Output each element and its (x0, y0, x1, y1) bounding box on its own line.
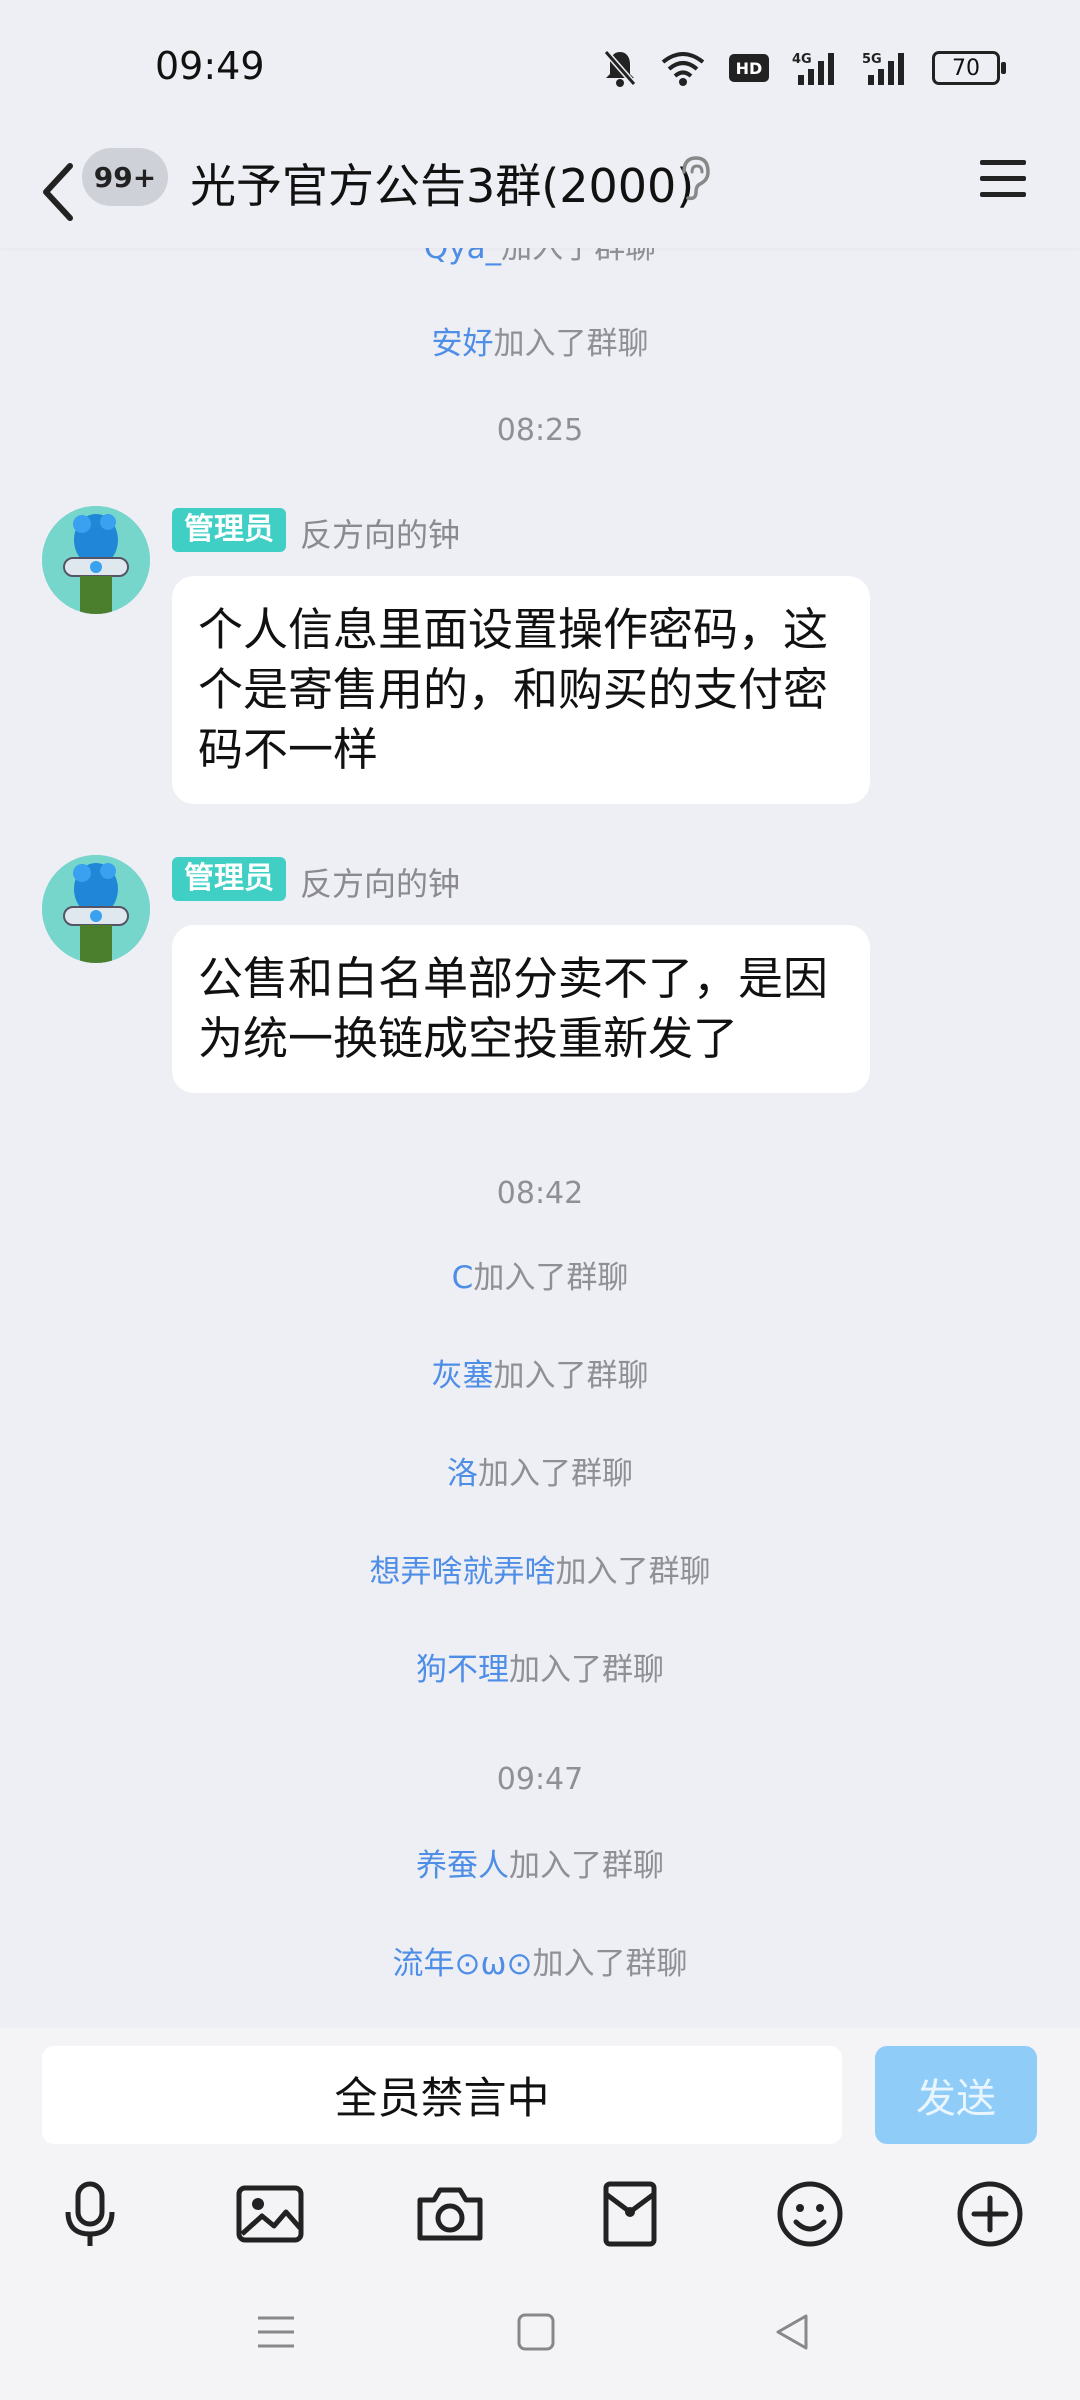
join-text: 加入了群聊 (532, 1946, 688, 1982)
admin-role-badge: 管理员 (172, 857, 286, 901)
join-nickname[interactable]: 安好 (432, 326, 494, 362)
svg-text:5G: 5G (862, 52, 882, 67)
microphone-icon[interactable] (54, 2178, 126, 2250)
sender-name[interactable]: 反方向的钟 (300, 859, 460, 905)
system-nav-bar (0, 2270, 1080, 2400)
join-text: 加入了群聊 (509, 1848, 664, 1884)
system-join-notice: 流年⊙ω⊙加入了群聊 (0, 1938, 1080, 1983)
join-nickname[interactable]: 狗不理 (416, 1652, 509, 1688)
join-text: 加入了群聊 (555, 1554, 711, 1590)
join-text: 加入了群聊 (473, 1260, 629, 1296)
svg-text:4G: 4G (792, 52, 812, 67)
plus-icon[interactable] (954, 2178, 1026, 2250)
status-icons: HD 4G 5G 70 (602, 46, 1006, 90)
system-join-notice: Qya_加入了群聊 (0, 248, 1080, 267)
avatar[interactable] (42, 855, 150, 963)
status-bar: 09:49 HD 4G 5G 70 (0, 0, 1080, 140)
join-nickname[interactable]: 想弄啥就弄啥 (370, 1554, 556, 1590)
timestamp: 08:42 (496, 1176, 584, 1211)
join-nickname[interactable]: 流年⊙ω⊙ (393, 1946, 533, 1982)
send-button[interactable]: 发送 (875, 2046, 1037, 2144)
join-nickname[interactable]: 灰塞 (432, 1358, 494, 1394)
group-title[interactable]: 光予官方公告3群(2000) (190, 150, 694, 216)
emoji-icon[interactable] (774, 2178, 846, 2250)
timestamp: 09:47 (496, 1762, 584, 1797)
recent-apps-icon[interactable] (256, 2312, 296, 2352)
battery-icon: 70 (932, 51, 1006, 85)
system-join-notice: 安好加入了群聊 (0, 318, 1080, 363)
hd-icon: HD (729, 54, 769, 82)
join-text: 加入了群聊 (493, 326, 649, 362)
battery-level: 70 (952, 55, 980, 81)
join-text: 加入了群聊 (501, 248, 657, 266)
timestamp: 08:25 (496, 413, 584, 448)
back-nav-icon[interactable] (772, 2312, 812, 2352)
home-icon[interactable] (516, 2312, 556, 2352)
mute-bell-icon (603, 50, 637, 87)
join-text: 加入了群聊 (493, 1358, 649, 1394)
system-join-notice: 狗不理加入了群聊 (0, 1644, 1080, 1689)
red-packet-icon[interactable] (594, 2178, 666, 2250)
svg-text:HD: HD (736, 59, 763, 78)
join-text: 加入了群聊 (478, 1456, 633, 1492)
menu-icon[interactable] (978, 154, 1028, 204)
unread-count-badge[interactable]: 99+ (82, 148, 168, 206)
join-nickname[interactable]: C (452, 1260, 474, 1296)
input-bar: 全员禁言中 发送 (0, 2028, 1080, 2160)
sender-name[interactable]: 反方向的钟 (300, 510, 460, 556)
system-join-notice: 想弄啥就弄啥加入了群聊 (0, 1546, 1080, 1591)
system-join-notice: 洛加入了群聊 (0, 1448, 1080, 1493)
back-arrow-icon[interactable] (36, 152, 86, 232)
system-join-notice: C加入了群聊 (0, 1252, 1080, 1297)
join-nickname[interactable]: 养蚕人 (416, 1848, 509, 1884)
admin-role-badge: 管理员 (172, 508, 286, 552)
camera-icon[interactable] (414, 2178, 486, 2250)
message-bubble[interactable]: 个人信息里面设置操作密码，这个是寄售用的，和购买的支付密码不一样 (172, 576, 870, 804)
system-join-notice: 灰塞加入了群聊 (0, 1350, 1080, 1395)
system-join-notice: 养蚕人加入了群聊 (0, 1840, 1080, 1885)
status-time: 09:49 (155, 44, 265, 88)
message-bubble[interactable]: 公售和白名单部分卖不了，是因为统一换链成空投重新发了 (172, 925, 870, 1093)
avatar-image (42, 506, 150, 614)
signal-5g-icon: 5G (862, 52, 904, 85)
avatar[interactable] (42, 506, 150, 614)
join-text: 加入了群聊 (509, 1652, 664, 1688)
ear-icon[interactable] (672, 154, 716, 204)
signal-4g-icon: 4G (792, 52, 834, 85)
input-toolbar (0, 2160, 1080, 2270)
image-icon[interactable] (234, 2178, 306, 2250)
wifi-icon (661, 52, 705, 86)
muted-input-field: 全员禁言中 (42, 2046, 842, 2144)
join-nickname[interactable]: Qya_ (424, 248, 501, 266)
avatar-image (42, 855, 150, 963)
chat-header: 99+ 光予官方公告3群(2000) (0, 140, 1080, 248)
chat-area[interactable]: Qya_加入了群聊 安好加入了群聊 08:25 管理员 反方向的钟 个人信息里面… (0, 248, 1080, 2028)
join-nickname[interactable]: 洛 (447, 1456, 478, 1492)
